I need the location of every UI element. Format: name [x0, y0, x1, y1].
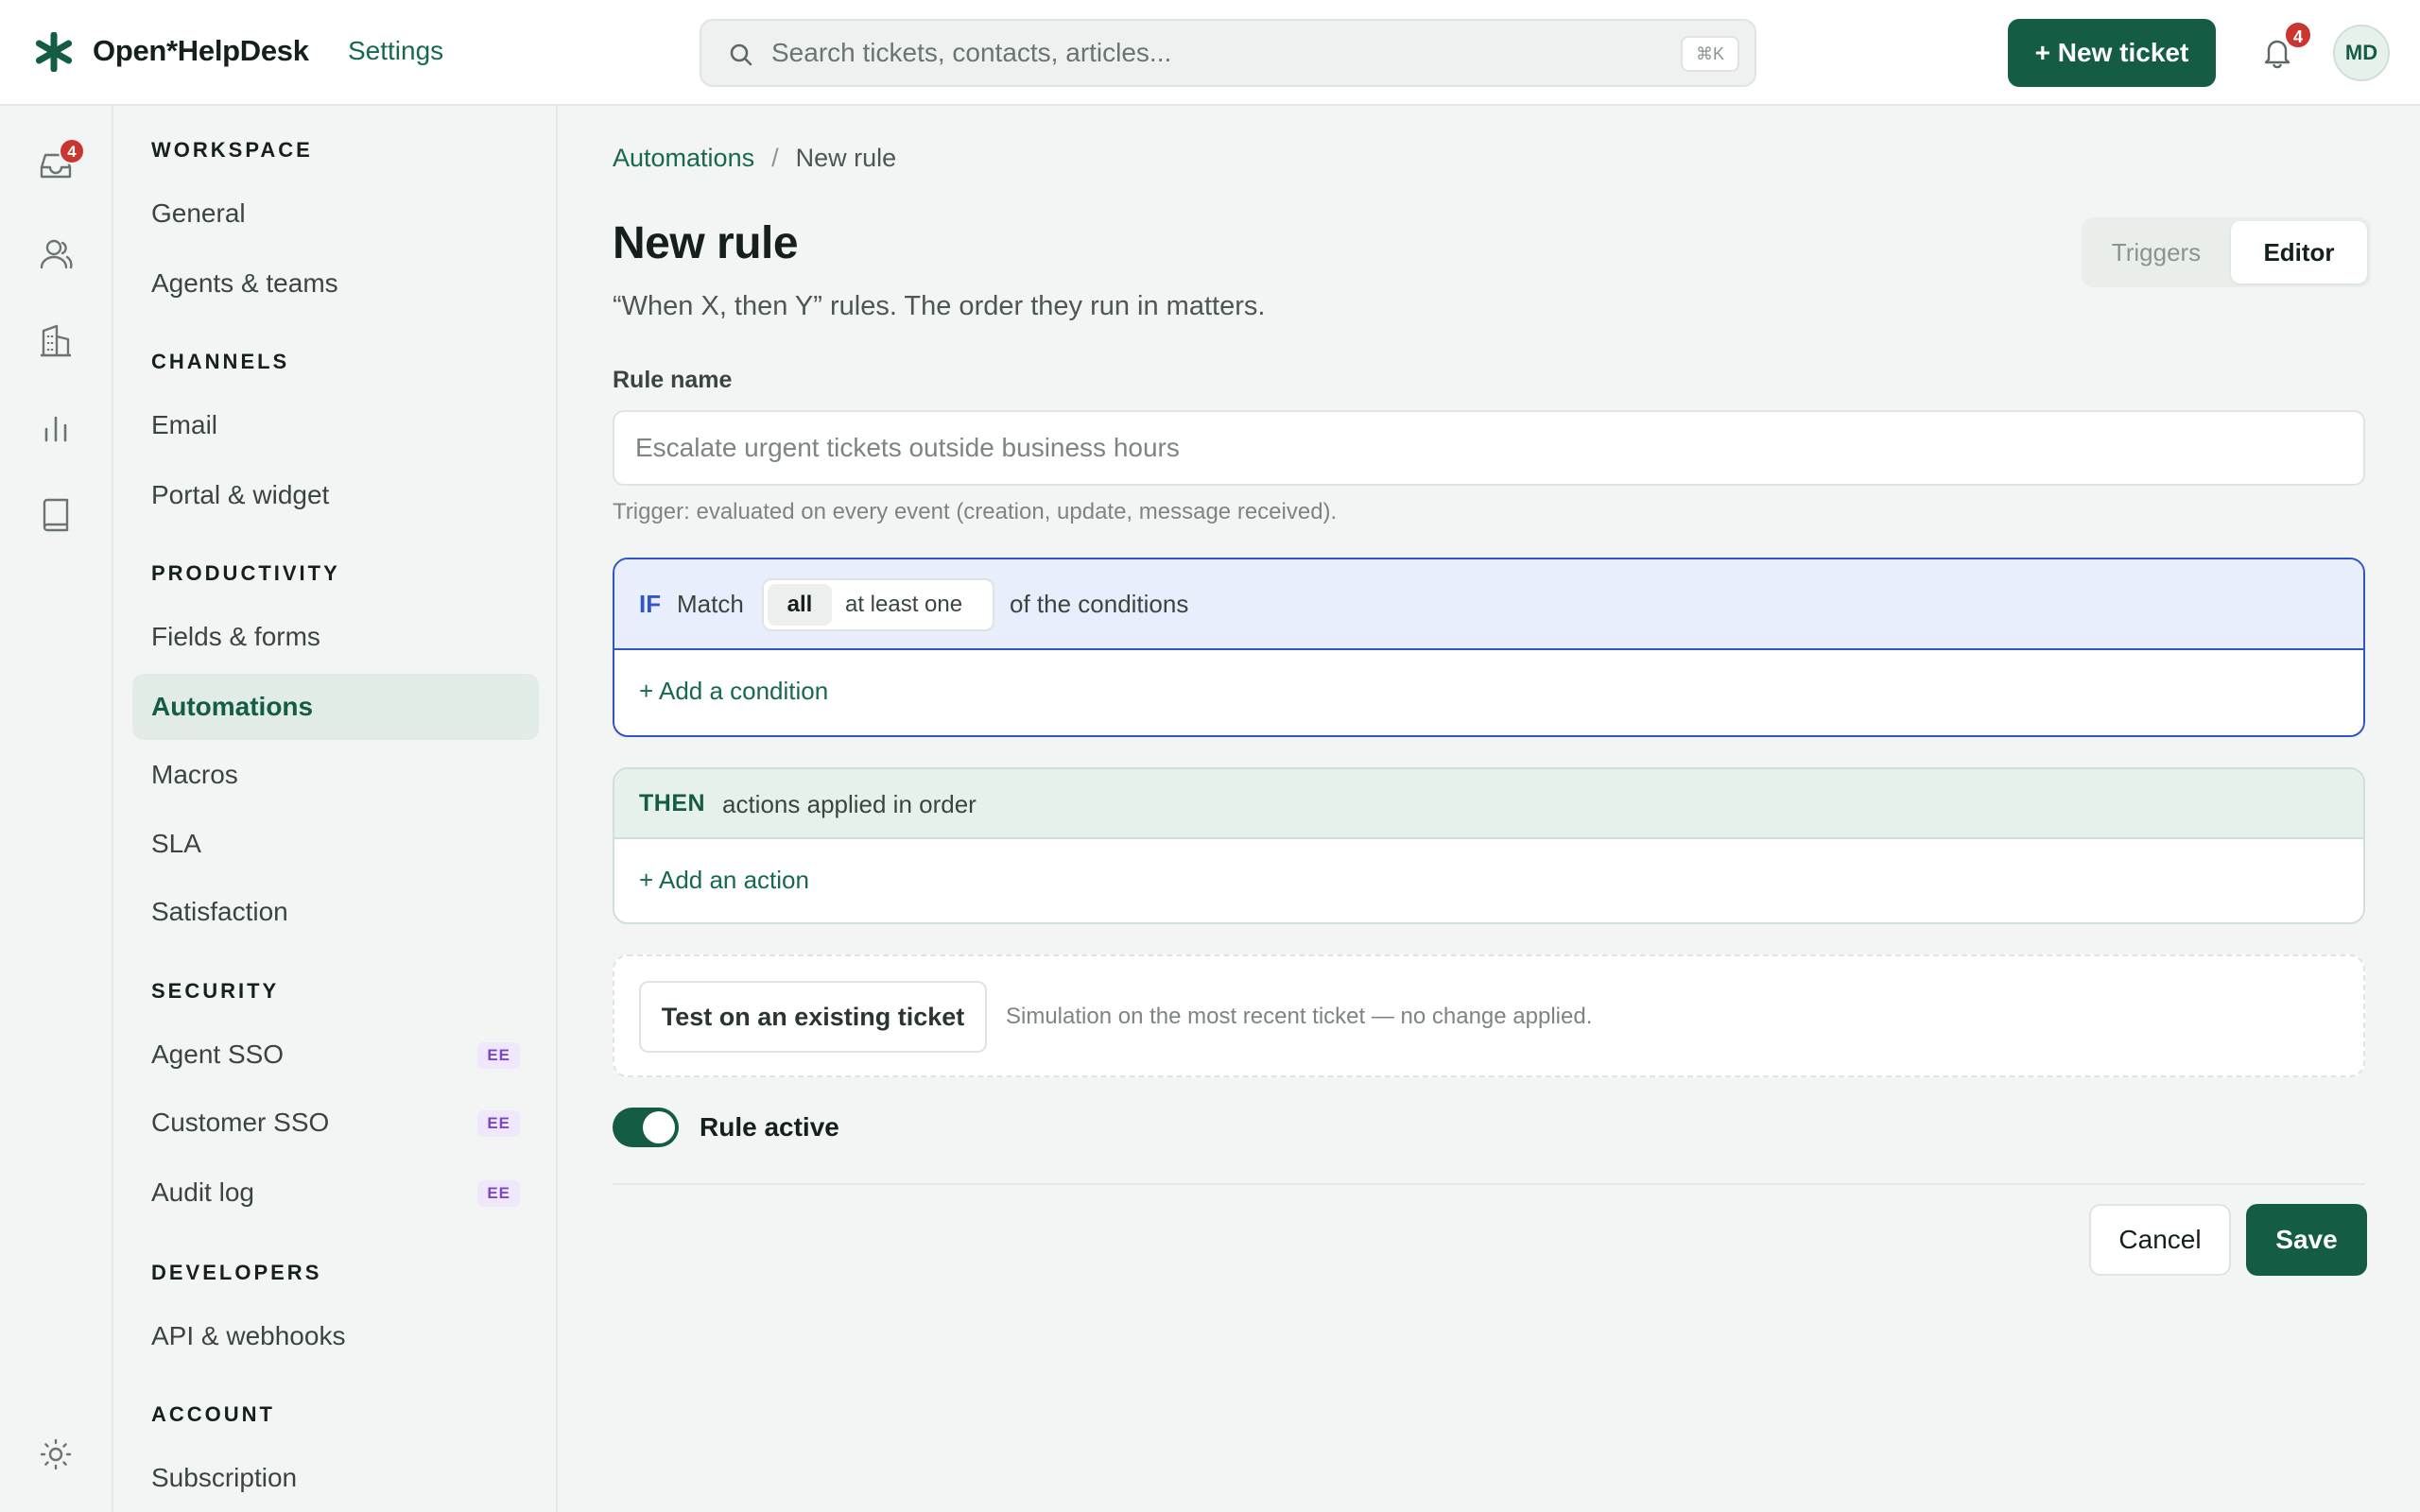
- enterprise-badge: EE: [477, 1110, 520, 1137]
- rule-active-toggle[interactable]: [613, 1108, 679, 1147]
- rule-active-label: Rule active: [700, 1112, 839, 1142]
- sidebar-item-audit-log[interactable]: Audit log EE: [132, 1160, 539, 1226]
- sidebar-item-email[interactable]: Email: [132, 392, 539, 458]
- page-subtitle: “When X, then Y” rules. The order they r…: [613, 291, 1266, 321]
- page-title: New rule: [613, 218, 799, 268]
- knowledge-base-icon[interactable]: [36, 495, 76, 535]
- search-shortcut-hint: ⌘K: [1680, 36, 1739, 72]
- settings-sidebar: WORKSPACE General Agents & teams CHANNEL…: [113, 106, 558, 1512]
- sidebar-item-general[interactable]: General: [132, 180, 539, 247]
- then-keyword: THEN: [639, 790, 706, 816]
- actions-header: THEN actions applied in order: [614, 769, 2363, 839]
- global-search[interactable]: ⌘K: [700, 19, 1756, 87]
- view-toggle: Triggers Editor: [2082, 217, 2371, 287]
- enterprise-badge: EE: [477, 1180, 520, 1207]
- section-heading-workspace: WORKSPACE: [151, 138, 313, 162]
- breadcrumb-separator: /: [771, 144, 779, 172]
- main-content: Automations / New rule New rule “When X, t…: [560, 106, 2420, 1512]
- enterprise-badge: EE: [477, 1042, 520, 1069]
- theme-toggle-icon[interactable]: [36, 1435, 76, 1474]
- sidebar-item-label: Audit log: [151, 1177, 254, 1207]
- breadcrumb: Automations / New rule: [613, 144, 896, 173]
- top-bar: Open*HelpDesk Settings ⌘K + New ticket 4…: [0, 0, 2420, 106]
- breadcrumb-automations-link[interactable]: Automations: [613, 144, 754, 172]
- add-condition-link[interactable]: + Add a condition: [639, 677, 828, 706]
- sidebar-item-portal-widget[interactable]: Portal & widget: [132, 462, 539, 528]
- toggle-knob: [643, 1111, 675, 1143]
- sidebar-item-fields-forms[interactable]: Fields & forms: [132, 604, 539, 670]
- sidebar-item-satisfaction[interactable]: Satisfaction: [132, 879, 539, 945]
- icon-rail: 4: [0, 106, 113, 1512]
- sidebar-item-subscription[interactable]: Subscription: [132, 1445, 539, 1511]
- new-ticket-button[interactable]: + New ticket: [2008, 19, 2216, 87]
- trigger-hint: Trigger: evaluated on every event (creat…: [613, 499, 1338, 524]
- sidebar-item-macros[interactable]: Macros: [132, 742, 539, 808]
- sidebar-item-api-webhooks[interactable]: API & webhooks: [132, 1303, 539, 1369]
- section-heading-developers: DEVELOPERS: [151, 1261, 322, 1284]
- asterisk-logo-icon: [35, 32, 73, 72]
- sidebar-item-agent-sso[interactable]: Agent SSO EE: [132, 1022, 539, 1088]
- section-heading-productivity: PRODUCTIVITY: [151, 561, 340, 585]
- notification-count-badge: 4: [2284, 21, 2312, 49]
- simulation-note: Simulation on the most recent ticket — n…: [1006, 1004, 1593, 1029]
- sidebar-item-sla[interactable]: SLA: [132, 811, 539, 877]
- sidebar-item-automations[interactable]: Automations: [132, 674, 539, 740]
- section-heading-account: ACCOUNT: [151, 1402, 275, 1426]
- rule-name-label: Rule name: [613, 367, 733, 393]
- if-keyword: IF: [639, 590, 662, 618]
- save-button[interactable]: Save: [2246, 1204, 2367, 1276]
- actions-block: THEN actions applied in order + Add an a…: [613, 767, 2365, 924]
- section-title[interactable]: Settings: [348, 36, 443, 66]
- rule-name-input[interactable]: [613, 410, 2365, 486]
- conditions-header: IF Match all at least one of the conditi…: [614, 559, 2363, 650]
- actions-subtitle: actions applied in order: [722, 790, 977, 818]
- tab-editor[interactable]: Editor: [2231, 221, 2367, 284]
- sidebar-item-agents-teams[interactable]: Agents & teams: [132, 250, 539, 317]
- test-panel: Test on an existing ticket Simulation on…: [613, 954, 2365, 1077]
- match-mode-toggle: all at least one: [762, 578, 994, 631]
- conditions-block: IF Match all at least one of the conditi…: [613, 558, 2365, 737]
- add-action-link[interactable]: + Add an action: [639, 866, 809, 895]
- sidebar-item-customer-sso[interactable]: Customer SSO EE: [132, 1090, 539, 1156]
- breadcrumb-current: New rule: [795, 144, 897, 172]
- match-label: Match: [677, 590, 744, 618]
- conditions-suffix: of the conditions: [1010, 590, 1189, 618]
- cancel-button[interactable]: Cancel: [2089, 1204, 2231, 1276]
- search-icon: [730, 43, 752, 66]
- section-heading-security: SECURITY: [151, 979, 280, 1003]
- footer-divider: [613, 1183, 2365, 1185]
- match-all-option[interactable]: all: [768, 584, 832, 626]
- sidebar-item-label: Customer SSO: [151, 1108, 330, 1137]
- contacts-icon[interactable]: [36, 234, 76, 274]
- test-on-ticket-button[interactable]: Test on an existing ticket: [639, 981, 987, 1053]
- sidebar-item-label: Agent SSO: [151, 1040, 285, 1069]
- reports-icon[interactable]: [36, 408, 76, 448]
- match-any-option[interactable]: at least one: [845, 584, 962, 626]
- brand-name[interactable]: Open*HelpDesk: [93, 34, 309, 68]
- organizations-icon[interactable]: [36, 321, 76, 361]
- section-heading-channels: CHANNELS: [151, 350, 290, 373]
- tab-triggers[interactable]: Triggers: [2085, 221, 2227, 284]
- search-input[interactable]: [771, 32, 1622, 74]
- inbox-count-badge: 4: [59, 138, 85, 164]
- user-avatar[interactable]: MD: [2333, 25, 2390, 81]
